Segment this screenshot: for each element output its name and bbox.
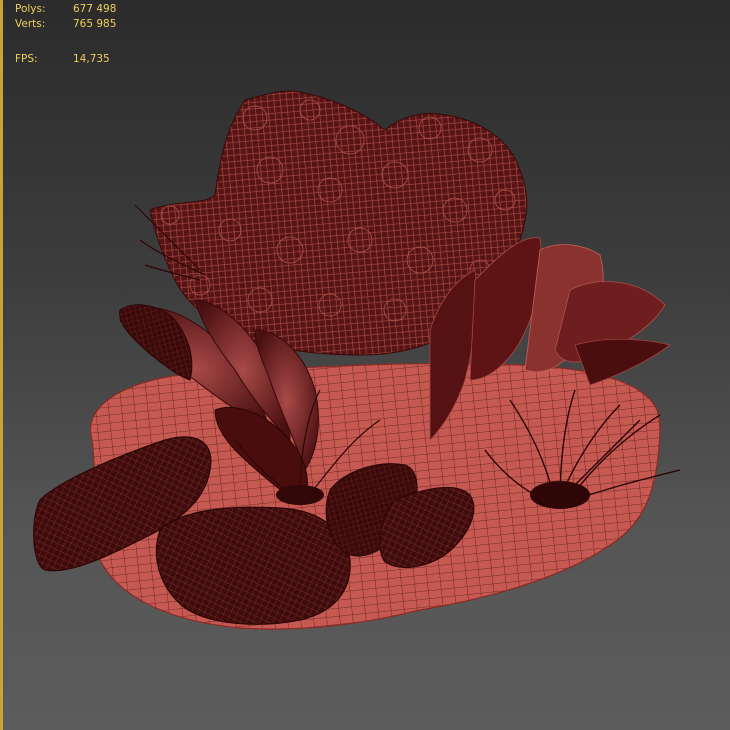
wireframe-scene[interactable] (0, 0, 730, 730)
rock-front-mesh[interactable] (155, 506, 351, 625)
viewport-perspective[interactable]: Polys: 677 498 Verts: 765 985 FPS: 14,73… (0, 0, 730, 730)
